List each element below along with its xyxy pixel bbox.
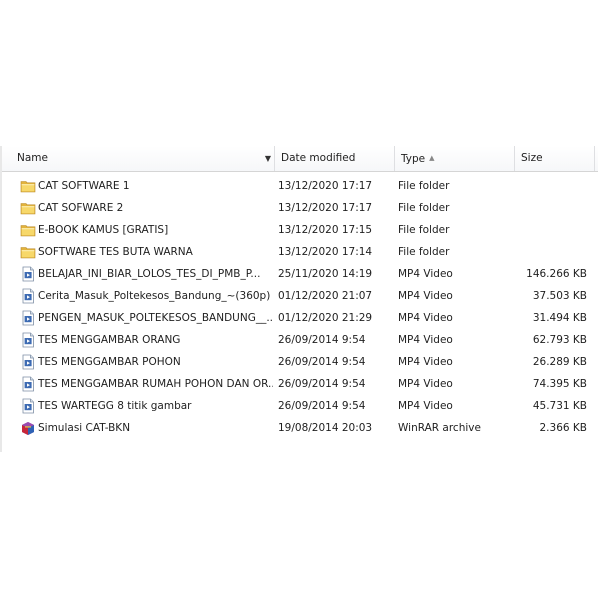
column-header-name[interactable]: Name ▼	[10, 146, 275, 171]
file-type: MP4 Video	[398, 312, 453, 324]
file-type: File folder	[398, 180, 450, 192]
video-file-icon	[20, 398, 36, 414]
file-date-modified: 13/12/2020 17:14	[278, 246, 373, 258]
file-row[interactable]: TES WARTEGG 8 titik gambar 26/09/2014 9:5…	[18, 395, 593, 417]
file-name: TES MENGGAMBAR ORANG	[38, 334, 181, 346]
file-size: 37.503 KB	[532, 290, 587, 302]
file-list-view: Name ▼ Date modified Type ▲ Size CAT SOFT…	[0, 146, 598, 452]
file-name: CAT SOFWARE 2	[38, 202, 124, 214]
file-size: 74.395 KB	[532, 378, 587, 390]
column-header-size-label: Size	[521, 152, 543, 164]
file-name: E-BOOK KAMUS [GRATIS]	[38, 224, 169, 236]
folder-icon	[20, 244, 36, 260]
file-date-modified: 26/09/2014 9:54	[278, 356, 366, 368]
file-size: 45.731 KB	[532, 400, 587, 412]
video-file-icon	[20, 376, 36, 392]
file-type: MP4 Video	[398, 356, 453, 368]
file-size	[513, 219, 587, 241]
file-name: Simulasi CAT-BKN	[38, 422, 131, 434]
winrar-archive-icon	[20, 420, 36, 436]
file-date-modified: 19/08/2014 20:03	[278, 422, 373, 434]
column-header-date[interactable]: Date modified	[275, 146, 395, 171]
file-name: TES MENGGAMBAR POHON	[38, 356, 181, 368]
file-row[interactable]: TES MENGGAMBAR ORANG 26/09/2014 9:54 MP4 V…	[18, 329, 593, 351]
column-header-name-label: Name	[17, 152, 48, 164]
file-type: MP4 Video	[398, 334, 453, 346]
file-row[interactable]: Simulasi CAT-BKN 19/08/2014 20:03 WinRAR a…	[18, 417, 593, 439]
file-size: 146.266 KB	[526, 268, 587, 280]
column-header-type[interactable]: Type ▲	[395, 146, 515, 171]
folder-icon	[20, 200, 36, 216]
video-file-icon	[20, 310, 36, 326]
file-name: SOFTWARE TES BUTA WARNA	[38, 246, 193, 258]
file-type: MP4 Video	[398, 378, 453, 390]
file-date-modified: 13/12/2020 17:17	[278, 202, 373, 214]
file-row[interactable]: Cerita_Masuk_Poltekesos_Bandung_~(360p) 0…	[18, 285, 593, 307]
file-date-modified: 26/09/2014 9:54	[278, 334, 366, 346]
file-size	[513, 197, 587, 219]
column-dropdown-icon[interactable]: ▼	[265, 154, 271, 164]
file-name: CAT SOFTWARE 1	[38, 180, 130, 192]
folder-icon	[20, 178, 36, 194]
file-date-modified: 01/12/2020 21:29	[278, 312, 373, 324]
file-date-modified: 13/12/2020 17:17	[278, 180, 373, 192]
file-size: 2.366 KB	[539, 422, 588, 434]
window-left-edge	[0, 146, 2, 452]
file-date-modified: 26/09/2014 9:54	[278, 378, 366, 390]
file-name: BELAJAR_INI_BIAR_LOLOS_TES_DI_PMB_P...	[38, 268, 261, 280]
column-header-size[interactable]: Size	[515, 146, 595, 171]
file-date-modified: 26/09/2014 9:54	[278, 400, 366, 412]
file-row[interactable]: E-BOOK KAMUS [GRATIS] 13/12/2020 17:15 Fil…	[18, 219, 593, 241]
file-size: 26.289 KB	[532, 356, 587, 368]
file-row[interactable]: PENGEN_MASUK_POLTEKESOS_BANDUNG__... 01/1…	[18, 307, 593, 329]
file-row[interactable]: TES MENGGAMBAR POHON 26/09/2014 9:54 MP4 V…	[18, 351, 593, 373]
file-size	[513, 175, 587, 197]
file-date-modified: 25/11/2020 14:19	[278, 268, 373, 280]
file-date-modified: 01/12/2020 21:07	[278, 290, 373, 302]
file-type: File folder	[398, 224, 450, 236]
file-name: TES MENGGAMBAR RUMAH POHON DAN OR...	[38, 378, 273, 390]
video-file-icon	[20, 332, 36, 348]
file-row[interactable]: BELAJAR_INI_BIAR_LOLOS_TES_DI_PMB_P... 25…	[18, 263, 593, 285]
file-name: PENGEN_MASUK_POLTEKESOS_BANDUNG__...	[38, 312, 273, 324]
file-date-modified: 13/12/2020 17:15	[278, 224, 373, 236]
file-type: MP4 Video	[398, 400, 453, 412]
file-type: File folder	[398, 246, 450, 258]
file-type: File folder	[398, 202, 450, 214]
file-name: TES WARTEGG 8 titik gambar	[38, 400, 192, 412]
file-size: 62.793 KB	[532, 334, 587, 346]
column-header-type-label: Type	[401, 153, 426, 165]
folder-icon	[20, 222, 36, 238]
file-row[interactable]: TES MENGGAMBAR RUMAH POHON DAN OR... 26/0…	[18, 373, 593, 395]
file-size: 31.494 KB	[532, 312, 587, 324]
file-type: WinRAR archive	[398, 422, 481, 434]
file-row[interactable]: CAT SOFTWARE 1 13/12/2020 17:17 File folde…	[18, 175, 593, 197]
file-type: MP4 Video	[398, 290, 453, 302]
file-name: Cerita_Masuk_Poltekesos_Bandung_~(360p)	[38, 290, 271, 302]
file-size	[513, 241, 587, 263]
column-header-bar: Name ▼ Date modified Type ▲ Size	[2, 146, 598, 172]
video-file-icon	[20, 288, 36, 304]
file-row[interactable]: CAT SOFWARE 2 13/12/2020 17:17 File folder	[18, 197, 593, 219]
video-file-icon	[20, 354, 36, 370]
file-type: MP4 Video	[398, 268, 453, 280]
sort-ascending-icon: ▲	[429, 154, 435, 162]
video-file-icon	[20, 266, 36, 282]
file-row[interactable]: SOFTWARE TES BUTA WARNA 13/12/2020 17:14 F…	[18, 241, 593, 263]
column-header-date-label: Date modified	[281, 152, 356, 164]
